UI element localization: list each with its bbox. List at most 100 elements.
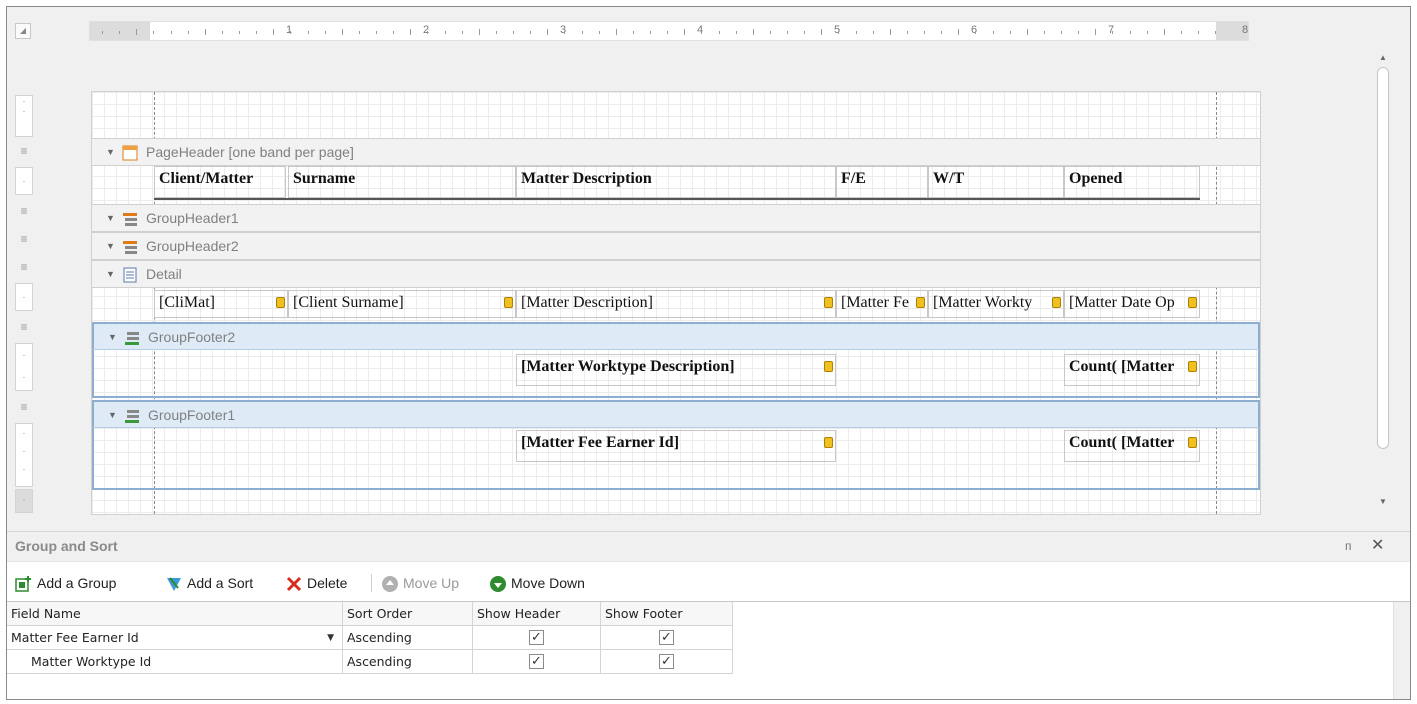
- add-sort-button[interactable]: Add a Sort: [165, 572, 253, 594]
- ruler-tick: [1044, 31, 1045, 34]
- collapse-arrow-icon[interactable]: ▼: [106, 139, 115, 166]
- ruler-tick: [171, 31, 172, 34]
- ruler-tick: [153, 31, 154, 34]
- show-header-checkbox[interactable]: ✓: [529, 630, 544, 645]
- band-group-header2[interactable]: ▼ GroupHeader2: [92, 232, 1260, 260]
- row-sort-order[interactable]: Ascending: [343, 650, 473, 674]
- ruler-margin-left: [90, 22, 150, 40]
- band-group-footer1[interactable]: ▼ GroupFooter1: [92, 400, 1260, 428]
- pin-icon[interactable]: ᴨ: [1345, 539, 1352, 553]
- ruler-tick: [188, 31, 189, 34]
- row-show-footer-cell: ✓: [601, 650, 733, 674]
- header-matter-description[interactable]: Matter Description: [516, 166, 836, 198]
- detail-matter-fe[interactable]: [Matter Fe: [836, 290, 928, 318]
- column-header-sort-order[interactable]: Sort Order: [343, 602, 473, 626]
- header-underline: [154, 198, 1200, 200]
- ruler-tick: [719, 31, 720, 34]
- show-footer-checkbox[interactable]: ✓: [659, 630, 674, 645]
- header-wt[interactable]: W/T: [928, 166, 1064, 198]
- row-show-header-cell: ✓: [473, 650, 601, 674]
- add-group-button[interactable]: Add a Group: [15, 572, 116, 594]
- collapse-arrow-icon[interactable]: ▼: [108, 324, 117, 351]
- vertical-scrollbar[interactable]: ▲ ▼: [1373, 47, 1393, 513]
- expression-icon[interactable]: [276, 297, 285, 308]
- detail-matter-description[interactable]: [Matter Description]: [516, 290, 836, 318]
- footer1-fee-earner[interactable]: [Matter Fee Earner Id]: [516, 430, 836, 462]
- band-resize-grip[interactable]: ≡: [15, 225, 33, 253]
- expression-icon[interactable]: [1188, 297, 1197, 308]
- detail-matter-worktype[interactable]: [Matter Workty: [928, 290, 1064, 318]
- band-resize-grip[interactable]: ≡: [15, 393, 33, 421]
- ruler-tick: [1181, 31, 1182, 34]
- column-header-show-footer[interactable]: Show Footer: [601, 602, 733, 626]
- group-sort-panel-header: Group and Sort ᴨ ✕: [7, 531, 1410, 561]
- ruler-tick: [136, 29, 137, 35]
- ruler-tick: [650, 31, 651, 34]
- detail-client-surname[interactable]: [Client Surname]: [288, 290, 516, 318]
- report-canvas[interactable]: ▼ PageHeader [one band per page] Client/…: [91, 91, 1261, 515]
- ruler-tick: [376, 31, 377, 34]
- ruler-tick: [667, 31, 668, 34]
- page-header-band-icon: [122, 145, 138, 161]
- band-resize-grip[interactable]: ≡: [15, 197, 33, 225]
- header-client-matter[interactable]: Client/Matter: [154, 166, 286, 198]
- group-sort-toolbar: Add a Group Add a Sort Delete Move Up Mo…: [7, 561, 1410, 601]
- ruler-tick: [633, 31, 634, 34]
- ruler-tick: [1027, 29, 1028, 35]
- scroll-down-icon[interactable]: ▼: [1373, 495, 1393, 509]
- collapse-arrow-icon[interactable]: ▼: [106, 233, 115, 260]
- collapse-arrow-icon[interactable]: ▼: [106, 261, 115, 288]
- detail-climat[interactable]: [CliMat]: [154, 290, 288, 318]
- collapse-arrow-icon[interactable]: ▼: [108, 402, 117, 429]
- band-resize-grip[interactable]: ≡: [15, 313, 33, 341]
- ruler-tick: [102, 31, 103, 34]
- expression-icon[interactable]: [504, 297, 513, 308]
- group-footer-band-icon: [125, 410, 139, 423]
- band-resize-grip[interactable]: ≡: [15, 253, 33, 281]
- band-detail[interactable]: ▼ Detail: [92, 260, 1260, 288]
- ruler-tick: [975, 31, 976, 34]
- expression-icon[interactable]: [1188, 437, 1197, 448]
- ruler-tick: [342, 29, 343, 35]
- delete-button[interactable]: Delete: [285, 572, 347, 594]
- header-fe[interactable]: F/E: [836, 166, 928, 198]
- move-down-button[interactable]: Move Down: [489, 572, 585, 594]
- collapse-arrow-icon[interactable]: ▼: [106, 205, 115, 232]
- move-up-button[interactable]: Move Up: [381, 572, 459, 594]
- footer2-worktype-description[interactable]: [Matter Worktype Description]: [516, 354, 836, 386]
- column-header-show-header[interactable]: Show Header: [473, 602, 601, 626]
- header-surname[interactable]: Surname: [288, 166, 516, 198]
- row-field-name[interactable]: Matter Worktype Id: [7, 650, 343, 674]
- ruler-tick: [684, 29, 685, 35]
- expression-icon[interactable]: [916, 297, 925, 308]
- row-field-name[interactable]: Matter Fee Earner Id ▼: [7, 626, 343, 650]
- expression-icon[interactable]: [824, 361, 833, 372]
- dropdown-arrow-icon[interactable]: ▼: [327, 626, 334, 649]
- ruler-corner-button[interactable]: ◢: [15, 23, 31, 39]
- detail-matter-date[interactable]: [Matter Date Op: [1064, 290, 1200, 318]
- ruler-segment: · ·: [15, 343, 33, 391]
- expression-icon[interactable]: [1052, 297, 1061, 308]
- ruler-tick: [1112, 31, 1113, 34]
- expression-icon[interactable]: [824, 437, 833, 448]
- expression-icon[interactable]: [1188, 361, 1197, 372]
- show-header-checkbox[interactable]: ✓: [529, 654, 544, 669]
- band-group-header1[interactable]: ▼ GroupHeader1: [92, 204, 1260, 232]
- band-resize-grip[interactable]: ≡: [15, 137, 33, 165]
- add-sort-icon: [167, 577, 181, 592]
- footer2-count[interactable]: Count( [Matter: [1064, 354, 1200, 386]
- expression-icon[interactable]: [824, 297, 833, 308]
- ruler-tick: [958, 29, 959, 35]
- row-sort-order[interactable]: Ascending: [343, 626, 473, 650]
- close-icon[interactable]: ✕: [1371, 535, 1384, 555]
- band-group-footer2[interactable]: ▼ GroupFooter2: [92, 322, 1260, 350]
- header-opened[interactable]: Opened: [1064, 166, 1200, 198]
- ruler-segment: · ·: [15, 95, 33, 137]
- show-footer-checkbox[interactable]: ✓: [659, 654, 674, 669]
- column-header-field-name[interactable]: Field Name: [7, 602, 343, 626]
- scroll-up-icon[interactable]: ▲: [1373, 51, 1393, 65]
- band-page-header[interactable]: ▼ PageHeader [one band per page]: [92, 138, 1260, 166]
- footer1-count[interactable]: Count( [Matter: [1064, 430, 1200, 462]
- scrollbar-thumb[interactable]: [1377, 67, 1389, 449]
- ruler-tick: [1130, 31, 1131, 34]
